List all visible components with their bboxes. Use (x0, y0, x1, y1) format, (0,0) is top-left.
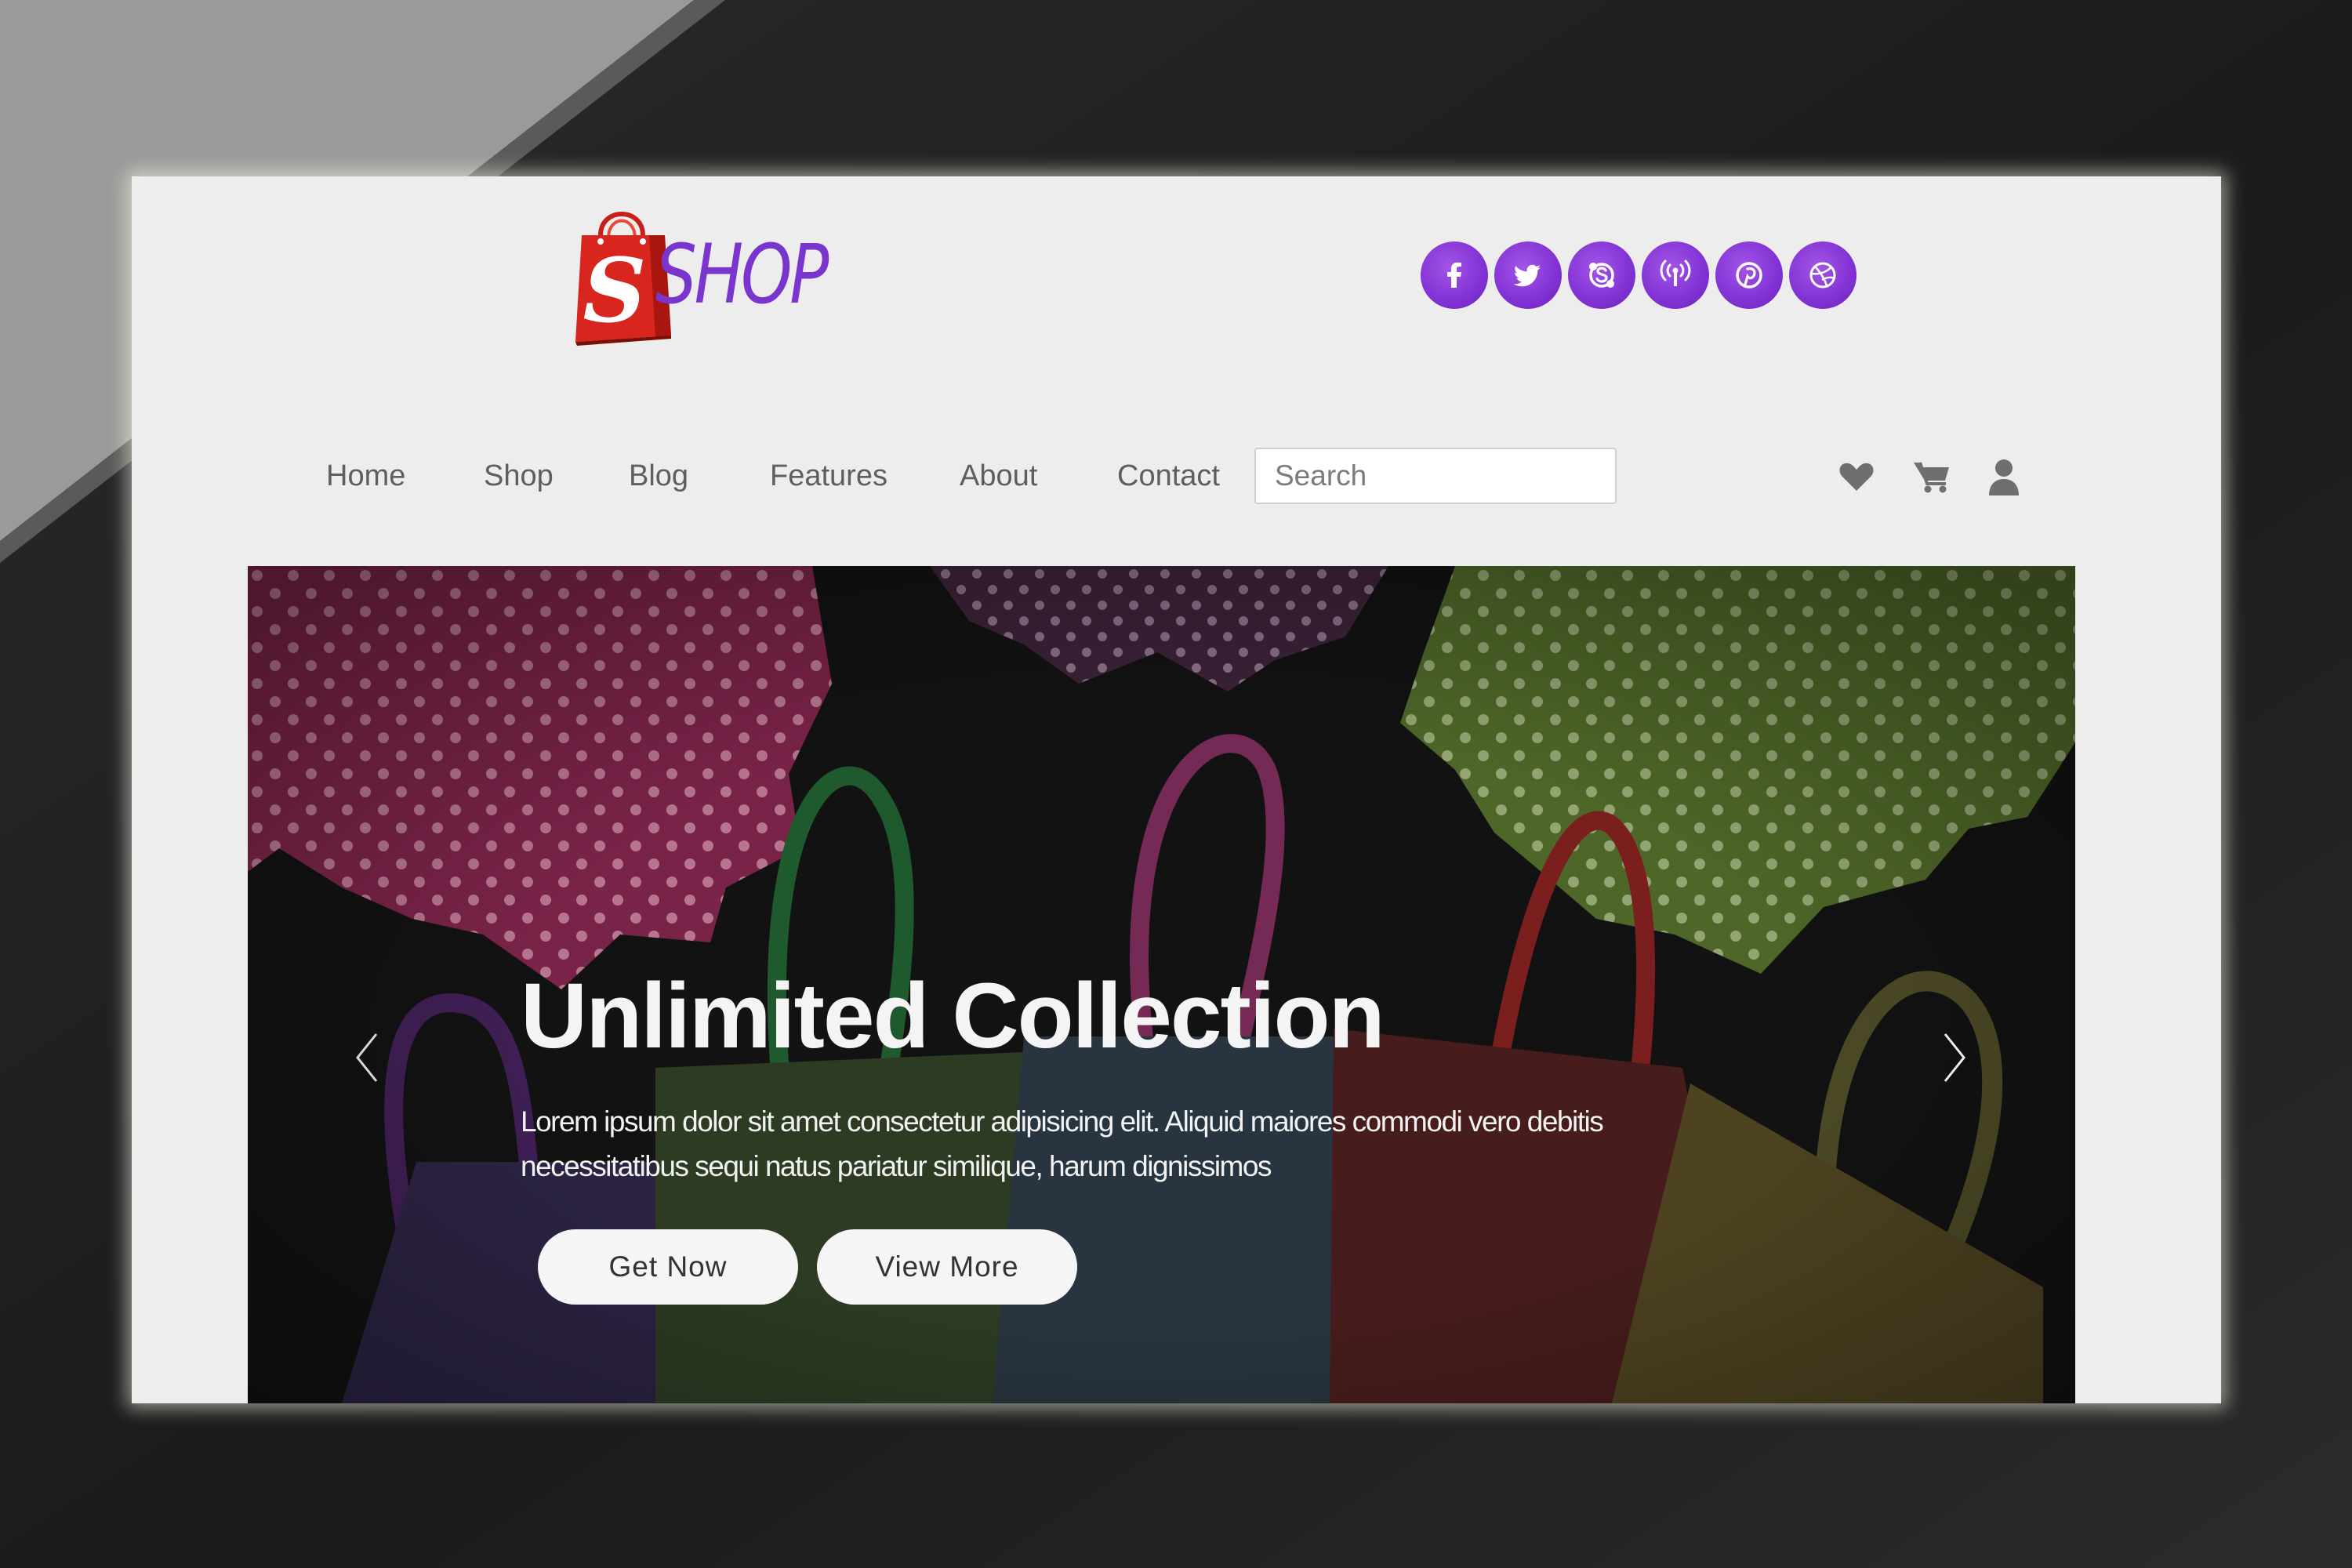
carousel-next-button[interactable] (1934, 1022, 1975, 1093)
hero-title: Unlimited Collection (521, 964, 1385, 1068)
skype-link[interactable] (1568, 241, 1635, 309)
podcast-link[interactable] (1642, 241, 1709, 309)
nav-home[interactable]: Home (326, 459, 405, 493)
view-more-button[interactable]: View More (817, 1229, 1077, 1305)
hero-description: Lorem ipsum dolor sit amet consectetur a… (521, 1105, 1604, 1182)
wishlist-button[interactable] (1836, 456, 1877, 497)
cart-button[interactable] (1911, 456, 1952, 497)
user-icon (1989, 459, 2019, 495)
brand-name: SHOP (655, 227, 829, 322)
nav-features[interactable]: Features (770, 459, 887, 493)
twitter-icon (1513, 264, 1541, 287)
nav-shop[interactable]: Shop (484, 459, 554, 493)
twitter-link[interactable] (1494, 241, 1562, 309)
logo-letter: S (583, 240, 647, 343)
account-button[interactable] (1984, 456, 2024, 497)
carousel-prev-button[interactable] (347, 1022, 387, 1093)
website-window: S SHOP Home Shop Blog Features About Con… (132, 176, 2221, 1403)
nav-contact[interactable]: Contact (1117, 459, 1220, 493)
pinterest-icon (1736, 262, 1762, 289)
facebook-icon (1447, 262, 1461, 288)
social-links (1421, 241, 1863, 310)
skype-icon (1589, 263, 1614, 288)
nav-blog[interactable]: Blog (629, 459, 688, 493)
nav-about[interactable]: About (960, 459, 1037, 493)
chevron-left-icon (356, 1033, 378, 1082)
pinterest-link[interactable] (1715, 241, 1783, 309)
get-now-button[interactable]: Get Now (538, 1229, 798, 1305)
chevron-right-icon (1944, 1033, 1965, 1082)
brand-logo[interactable]: S SHOP (571, 204, 884, 353)
podcast-icon (1660, 260, 1691, 286)
heart-icon (1839, 463, 1874, 491)
cart-icon (1914, 462, 1949, 493)
hero-carousel: Unlimited Collection Lorem ipsum dolor s… (248, 566, 2075, 1403)
search-input[interactable] (1254, 448, 1617, 504)
dribbble-link[interactable] (1789, 241, 1857, 309)
facebook-link[interactable] (1421, 241, 1488, 309)
dribbble-icon (1809, 262, 1836, 289)
